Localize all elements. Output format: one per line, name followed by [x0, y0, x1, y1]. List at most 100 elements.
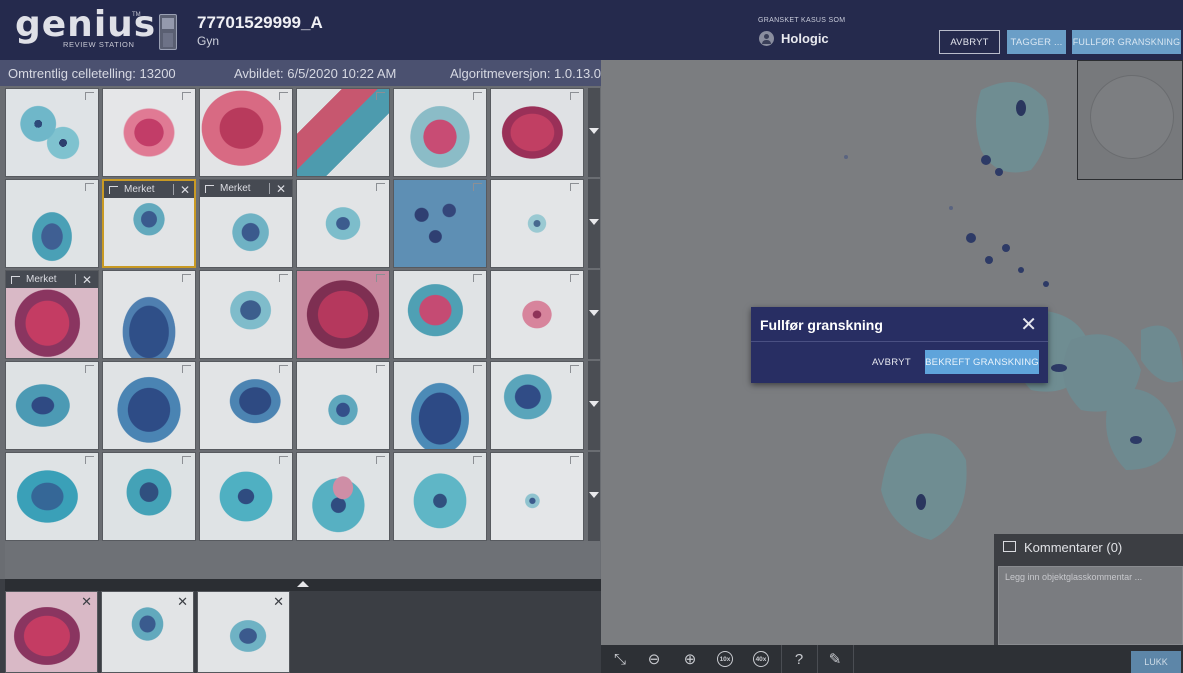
flag-icon[interactable] — [279, 456, 288, 464]
cell-tile[interactable] — [296, 452, 390, 541]
cell-tile[interactable] — [199, 270, 293, 359]
slide-label-icon[interactable] — [159, 14, 177, 50]
flag-icon[interactable] — [376, 92, 385, 100]
zoom-40x-button[interactable]: 40x — [745, 645, 777, 673]
flag-icon[interactable] — [85, 365, 94, 373]
cell-tile[interactable] — [490, 179, 584, 268]
imaged-date: Avbildet: 6/5/2020 10:22 AM — [234, 66, 397, 81]
flag-icon[interactable] — [85, 456, 94, 464]
cell-tile[interactable] — [102, 361, 196, 450]
dialog-divider — [751, 341, 1048, 342]
tray-collapse-handle[interactable] — [5, 579, 601, 591]
flag-icon[interactable] — [570, 365, 579, 373]
remove-tray-tile-button[interactable]: ✕ — [177, 594, 188, 610]
flag-icon[interactable] — [376, 456, 385, 464]
cell-tile[interactable] — [5, 179, 99, 268]
cell-tile[interactable] — [102, 270, 196, 359]
flag-icon[interactable] — [473, 183, 482, 191]
flag-icon[interactable] — [279, 365, 288, 373]
cell-tile[interactable] — [393, 270, 487, 359]
row-expand-arrow[interactable] — [588, 270, 600, 359]
flag-icon[interactable] — [473, 456, 482, 464]
fit-screen-button[interactable]: ⤡ — [604, 645, 636, 673]
cell-tile[interactable] — [199, 452, 293, 541]
remove-tray-tile-button[interactable]: ✕ — [81, 594, 92, 610]
cell-tile[interactable]: Merket ✕ — [5, 270, 99, 359]
remove-tray-tile-button[interactable]: ✕ — [273, 594, 284, 610]
flag-icon[interactable] — [279, 274, 288, 282]
flag-icon[interactable] — [473, 365, 482, 373]
cell-tile[interactable] — [296, 88, 390, 177]
cell-tile[interactable] — [393, 452, 487, 541]
row-expand-arrow[interactable] — [588, 179, 600, 268]
flag-icon[interactable] — [473, 92, 482, 100]
flag-icon[interactable] — [182, 365, 191, 373]
cancel-button[interactable]: AVBRYT — [939, 30, 1000, 54]
cell-tile[interactable] — [393, 88, 487, 177]
flag-icon[interactable] — [570, 456, 579, 464]
confirm-review-button[interactable]: BEKREFT GRANSKNING — [925, 350, 1039, 374]
close-icon[interactable]: ✕ — [1020, 312, 1037, 337]
remove-tag-button[interactable]: ✕ — [276, 182, 286, 196]
cell-tile[interactable] — [296, 179, 390, 268]
cell-tile[interactable] — [5, 88, 99, 177]
remove-tag-button[interactable]: ✕ — [180, 183, 190, 197]
comments-header[interactable]: Kommentarer (0) — [994, 534, 1183, 563]
flag-icon[interactable] — [182, 274, 191, 282]
cell-tile[interactable] — [102, 452, 196, 541]
flag-icon[interactable] — [182, 92, 191, 100]
remove-tag-button[interactable]: ✕ — [82, 273, 92, 287]
gallery-row — [5, 361, 600, 450]
row-expand-arrow[interactable] — [588, 452, 600, 541]
cell-tile[interactable] — [296, 361, 390, 450]
slide-overview-map[interactable] — [1077, 60, 1183, 180]
cell-tile[interactable] — [199, 88, 293, 177]
cell-tile[interactable] — [296, 270, 390, 359]
row-expand-arrow[interactable] — [588, 361, 600, 450]
flag-icon[interactable] — [376, 183, 385, 191]
complete-review-button[interactable]: FULLFØR GRANSKNING — [1072, 30, 1181, 54]
annotate-button[interactable]: ✎ — [819, 645, 851, 673]
row-expand-arrow[interactable] — [588, 88, 600, 177]
flag-icon[interactable] — [570, 274, 579, 282]
cell-tile[interactable] — [5, 361, 99, 450]
dialog-cancel-button[interactable]: AVBRYT — [872, 357, 911, 368]
slide-comment-input[interactable]: Legg inn objektglasskommentar ... — [998, 566, 1183, 645]
tag-bar: Merket ✕ — [6, 271, 98, 288]
cell-tile[interactable] — [393, 361, 487, 450]
cell-tile[interactable] — [5, 452, 99, 541]
cell-tile[interactable] — [490, 361, 584, 450]
flag-icon[interactable] — [473, 274, 482, 282]
reviewed-as-label: GRANSKET KASUS SOM — [758, 17, 846, 24]
tray-tile[interactable]: ✕ — [5, 591, 98, 673]
zoom-in-icon: ⊕ — [683, 651, 697, 668]
flag-icon[interactable] — [376, 365, 385, 373]
help-button[interactable]: ? — [783, 645, 815, 673]
flag-icon[interactable] — [279, 92, 288, 100]
cell-tile[interactable] — [102, 88, 196, 177]
flag-icon[interactable] — [570, 92, 579, 100]
flag-icon[interactable] — [85, 183, 94, 191]
cell-tile-selected[interactable]: Merket ✕ — [102, 179, 196, 268]
cell-tile[interactable] — [199, 361, 293, 450]
cell-tile[interactable] — [490, 270, 584, 359]
flag-icon[interactable] — [570, 183, 579, 191]
flag-icon[interactable] — [182, 456, 191, 464]
zoom-out-button[interactable]: ⊖ — [638, 645, 670, 673]
flag-icon[interactable] — [376, 274, 385, 282]
tray-tile[interactable]: ✕ — [197, 591, 290, 673]
zoom-10x-button[interactable]: 10x — [709, 645, 741, 673]
cell-tile[interactable] — [490, 452, 584, 541]
close-case-button[interactable]: LUKK — [1131, 651, 1181, 673]
gallery-row: Merket ✕ Merket ✕ — [5, 179, 600, 268]
cell-tile[interactable] — [490, 88, 584, 177]
tags-button[interactable]: TAGGER ... — [1007, 30, 1066, 54]
flag-icon[interactable] — [85, 92, 94, 100]
tag-label: Merket — [124, 184, 155, 195]
viewer-toolbar: ⤡ ⊖ ⊕ 10x 40x ? ✎ — [601, 645, 1183, 673]
zoom-in-button[interactable]: ⊕ — [674, 645, 706, 673]
cell-tile[interactable] — [393, 179, 487, 268]
zoom-out-icon: ⊖ — [647, 651, 661, 668]
tray-tile[interactable]: ✕ — [101, 591, 194, 673]
cell-tile[interactable]: Merket ✕ — [199, 179, 293, 268]
